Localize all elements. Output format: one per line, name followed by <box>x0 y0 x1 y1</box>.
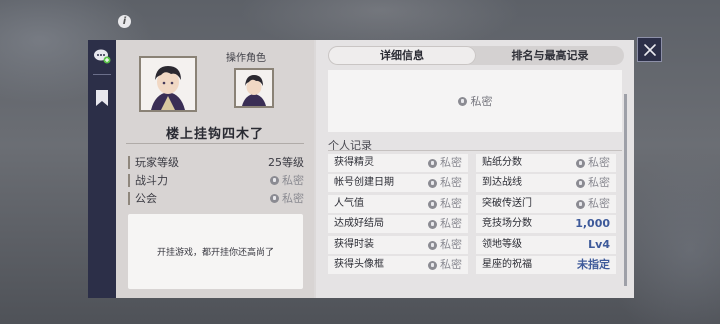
stat-label: 公会 <box>128 192 157 205</box>
lock-icon <box>576 199 585 209</box>
avatar[interactable] <box>139 56 197 112</box>
operate-role-label: 操作角色 <box>226 53 266 64</box>
record-item: 达成好结局 私密 <box>328 215 468 233</box>
info-icon[interactable]: i <box>118 15 131 28</box>
bio-box: 开挂游戏，都开挂你还高尚了 <box>128 214 303 289</box>
lock-icon <box>270 194 279 203</box>
lock-icon <box>457 96 467 106</box>
lock-icon <box>428 199 437 209</box>
close-icon <box>643 43 656 56</box>
stat-label: 玩家等级 <box>128 156 179 169</box>
lock-icon <box>576 178 585 188</box>
tab-detail[interactable]: 详细信息 <box>328 46 476 65</box>
lock-icon <box>270 176 279 185</box>
record-item: 获得头像框 私密 <box>328 256 468 274</box>
record-item: 星座的祝福 未指定 <box>476 256 616 274</box>
stat-value: 25等级 <box>268 156 304 169</box>
name-divider <box>126 143 304 144</box>
stat-row-power: 战斗力 私密 <box>128 174 304 190</box>
player-name: 楼上挂钩四木了 <box>165 127 264 142</box>
record-item: 领地等级 Lv4 <box>476 236 616 254</box>
profile-panel: 操作角色 楼上挂钩四木了 玩家等级 25等级 战斗力 私密 公会 私密 开挂游戏… <box>116 40 634 298</box>
profile-left-column: 操作角色 楼上挂钩四木了 玩家等级 25等级 战斗力 私密 公会 私密 开挂游戏… <box>116 40 314 298</box>
lock-icon <box>576 158 585 168</box>
tab-bar: 详细信息 排名与最高记录 <box>328 46 624 65</box>
lock-icon <box>428 240 437 250</box>
record-item: 获得精灵 私密 <box>328 154 468 172</box>
stat-value: 私密 <box>270 192 304 205</box>
close-button[interactable] <box>637 37 662 62</box>
record-item: 到达战线 私密 <box>476 174 616 192</box>
lock-icon <box>428 158 437 168</box>
record-item: 人气值 私密 <box>328 195 468 213</box>
record-item: 贴纸分数 私密 <box>476 154 616 172</box>
stat-value: 私密 <box>270 174 304 187</box>
record-item: 竞技场分数 1,000 <box>476 215 616 233</box>
detail-private-panel: 私密 <box>328 70 622 132</box>
stat-row-level: 玩家等级 25等级 <box>128 156 304 172</box>
profile-right-column: 详细信息 排名与最高记录 私密 个人记录 获得精灵 私密 帐号创建日期 私密 人… <box>316 40 634 298</box>
chat-add-icon[interactable] <box>93 48 111 64</box>
side-divider <box>93 74 111 75</box>
side-bar <box>88 40 116 298</box>
record-item: 帐号创建日期 私密 <box>328 174 468 192</box>
section-divider <box>328 150 622 151</box>
record-item: 突破传送门 私密 <box>476 195 616 213</box>
record-item: 获得时装 私密 <box>328 236 468 254</box>
lock-icon <box>428 260 437 270</box>
lock-icon <box>428 219 437 229</box>
stat-row-guild: 公会 私密 <box>128 192 304 208</box>
lock-icon <box>428 178 437 188</box>
scrollbar[interactable] <box>624 94 627 286</box>
stat-label: 战斗力 <box>128 174 168 187</box>
operate-role-avatar[interactable] <box>234 68 274 108</box>
bookmark-icon[interactable] <box>95 89 109 107</box>
tab-ranking[interactable]: 排名与最高记录 <box>476 46 624 65</box>
